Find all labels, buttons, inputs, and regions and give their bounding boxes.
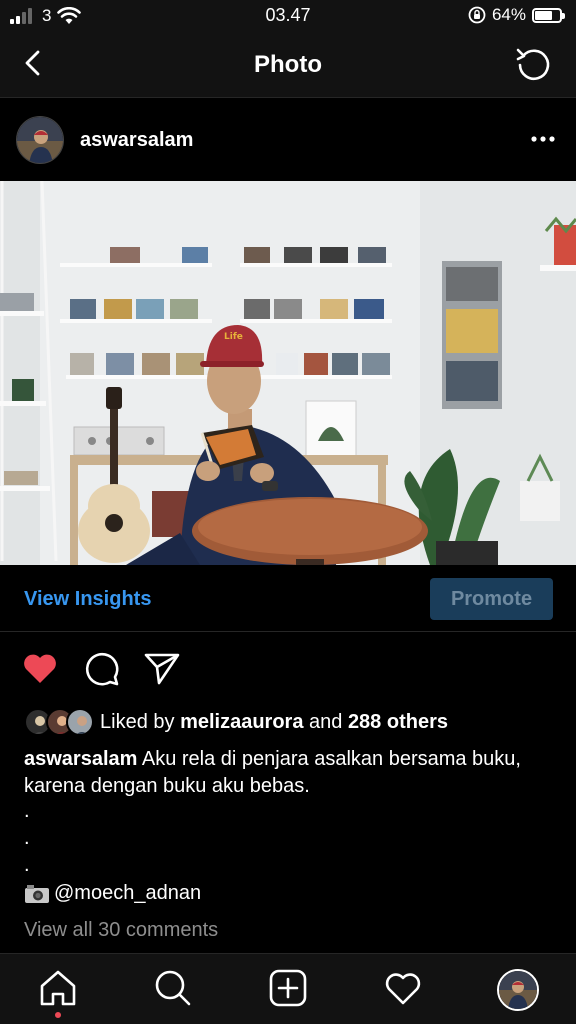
photo-credit: @moech_adnan xyxy=(24,882,201,905)
caption-dot: . xyxy=(24,854,30,876)
orientation-lock-icon xyxy=(468,6,486,24)
tab-bar xyxy=(0,953,576,1024)
liked-by-count[interactable]: 288 others xyxy=(348,711,448,734)
post-photo-image: Life xyxy=(0,181,576,565)
page-title: Photo xyxy=(254,51,322,78)
svg-text:Life: Life xyxy=(224,332,243,342)
refresh-icon[interactable] xyxy=(514,44,554,84)
liker-avatar xyxy=(66,708,94,736)
liked-by-middle: and xyxy=(303,710,348,733)
battery-percent: 64% xyxy=(491,5,526,24)
liker-avatars xyxy=(24,708,94,736)
caption-dot: . xyxy=(24,827,30,849)
avatar[interactable] xyxy=(16,116,64,164)
caption-username[interactable]: aswarsalam xyxy=(24,748,137,770)
caption-dot: . xyxy=(24,800,30,822)
search-icon[interactable] xyxy=(153,968,193,1008)
comment-icon[interactable] xyxy=(82,649,122,689)
status-bar: 3 03.47 64% xyxy=(0,0,576,32)
notification-dot xyxy=(55,1012,61,1018)
view-comments-link[interactable]: View all 30 comments xyxy=(24,919,218,942)
avatar-image xyxy=(17,117,63,163)
post-caption: aswarsalam Aku rela di penjara asalkan b… xyxy=(24,746,564,800)
more-horizontal-icon[interactable] xyxy=(528,127,558,151)
post-username[interactable]: aswarsalam xyxy=(80,129,193,152)
credit-handle[interactable]: @moech_adnan xyxy=(54,882,201,905)
post-header: aswarsalam xyxy=(0,99,576,181)
send-icon[interactable] xyxy=(142,648,182,688)
liked-by-user[interactable]: melizaaurora xyxy=(180,711,303,734)
promote-button[interactable]: Promote xyxy=(430,578,553,620)
nav-bar: Photo xyxy=(0,32,576,98)
post-photo[interactable]: Life xyxy=(0,181,576,565)
heart-filled-icon[interactable] xyxy=(20,648,60,688)
profile-avatar[interactable] xyxy=(497,969,539,1011)
insights-row: View Insights Promote xyxy=(0,566,576,632)
activity-heart-icon[interactable] xyxy=(383,968,423,1008)
liked-by-prefix: Liked by xyxy=(100,710,181,733)
camera-icon xyxy=(25,884,49,903)
liked-by-row[interactable]: Liked by melizaaurora and 288 others xyxy=(24,708,448,736)
home-icon[interactable] xyxy=(38,968,78,1008)
battery-icon xyxy=(532,7,565,23)
view-insights-link[interactable]: View Insights xyxy=(24,588,151,611)
battery-fill xyxy=(535,10,552,20)
add-post-icon[interactable] xyxy=(268,968,308,1008)
status-right: 64% xyxy=(468,5,565,25)
